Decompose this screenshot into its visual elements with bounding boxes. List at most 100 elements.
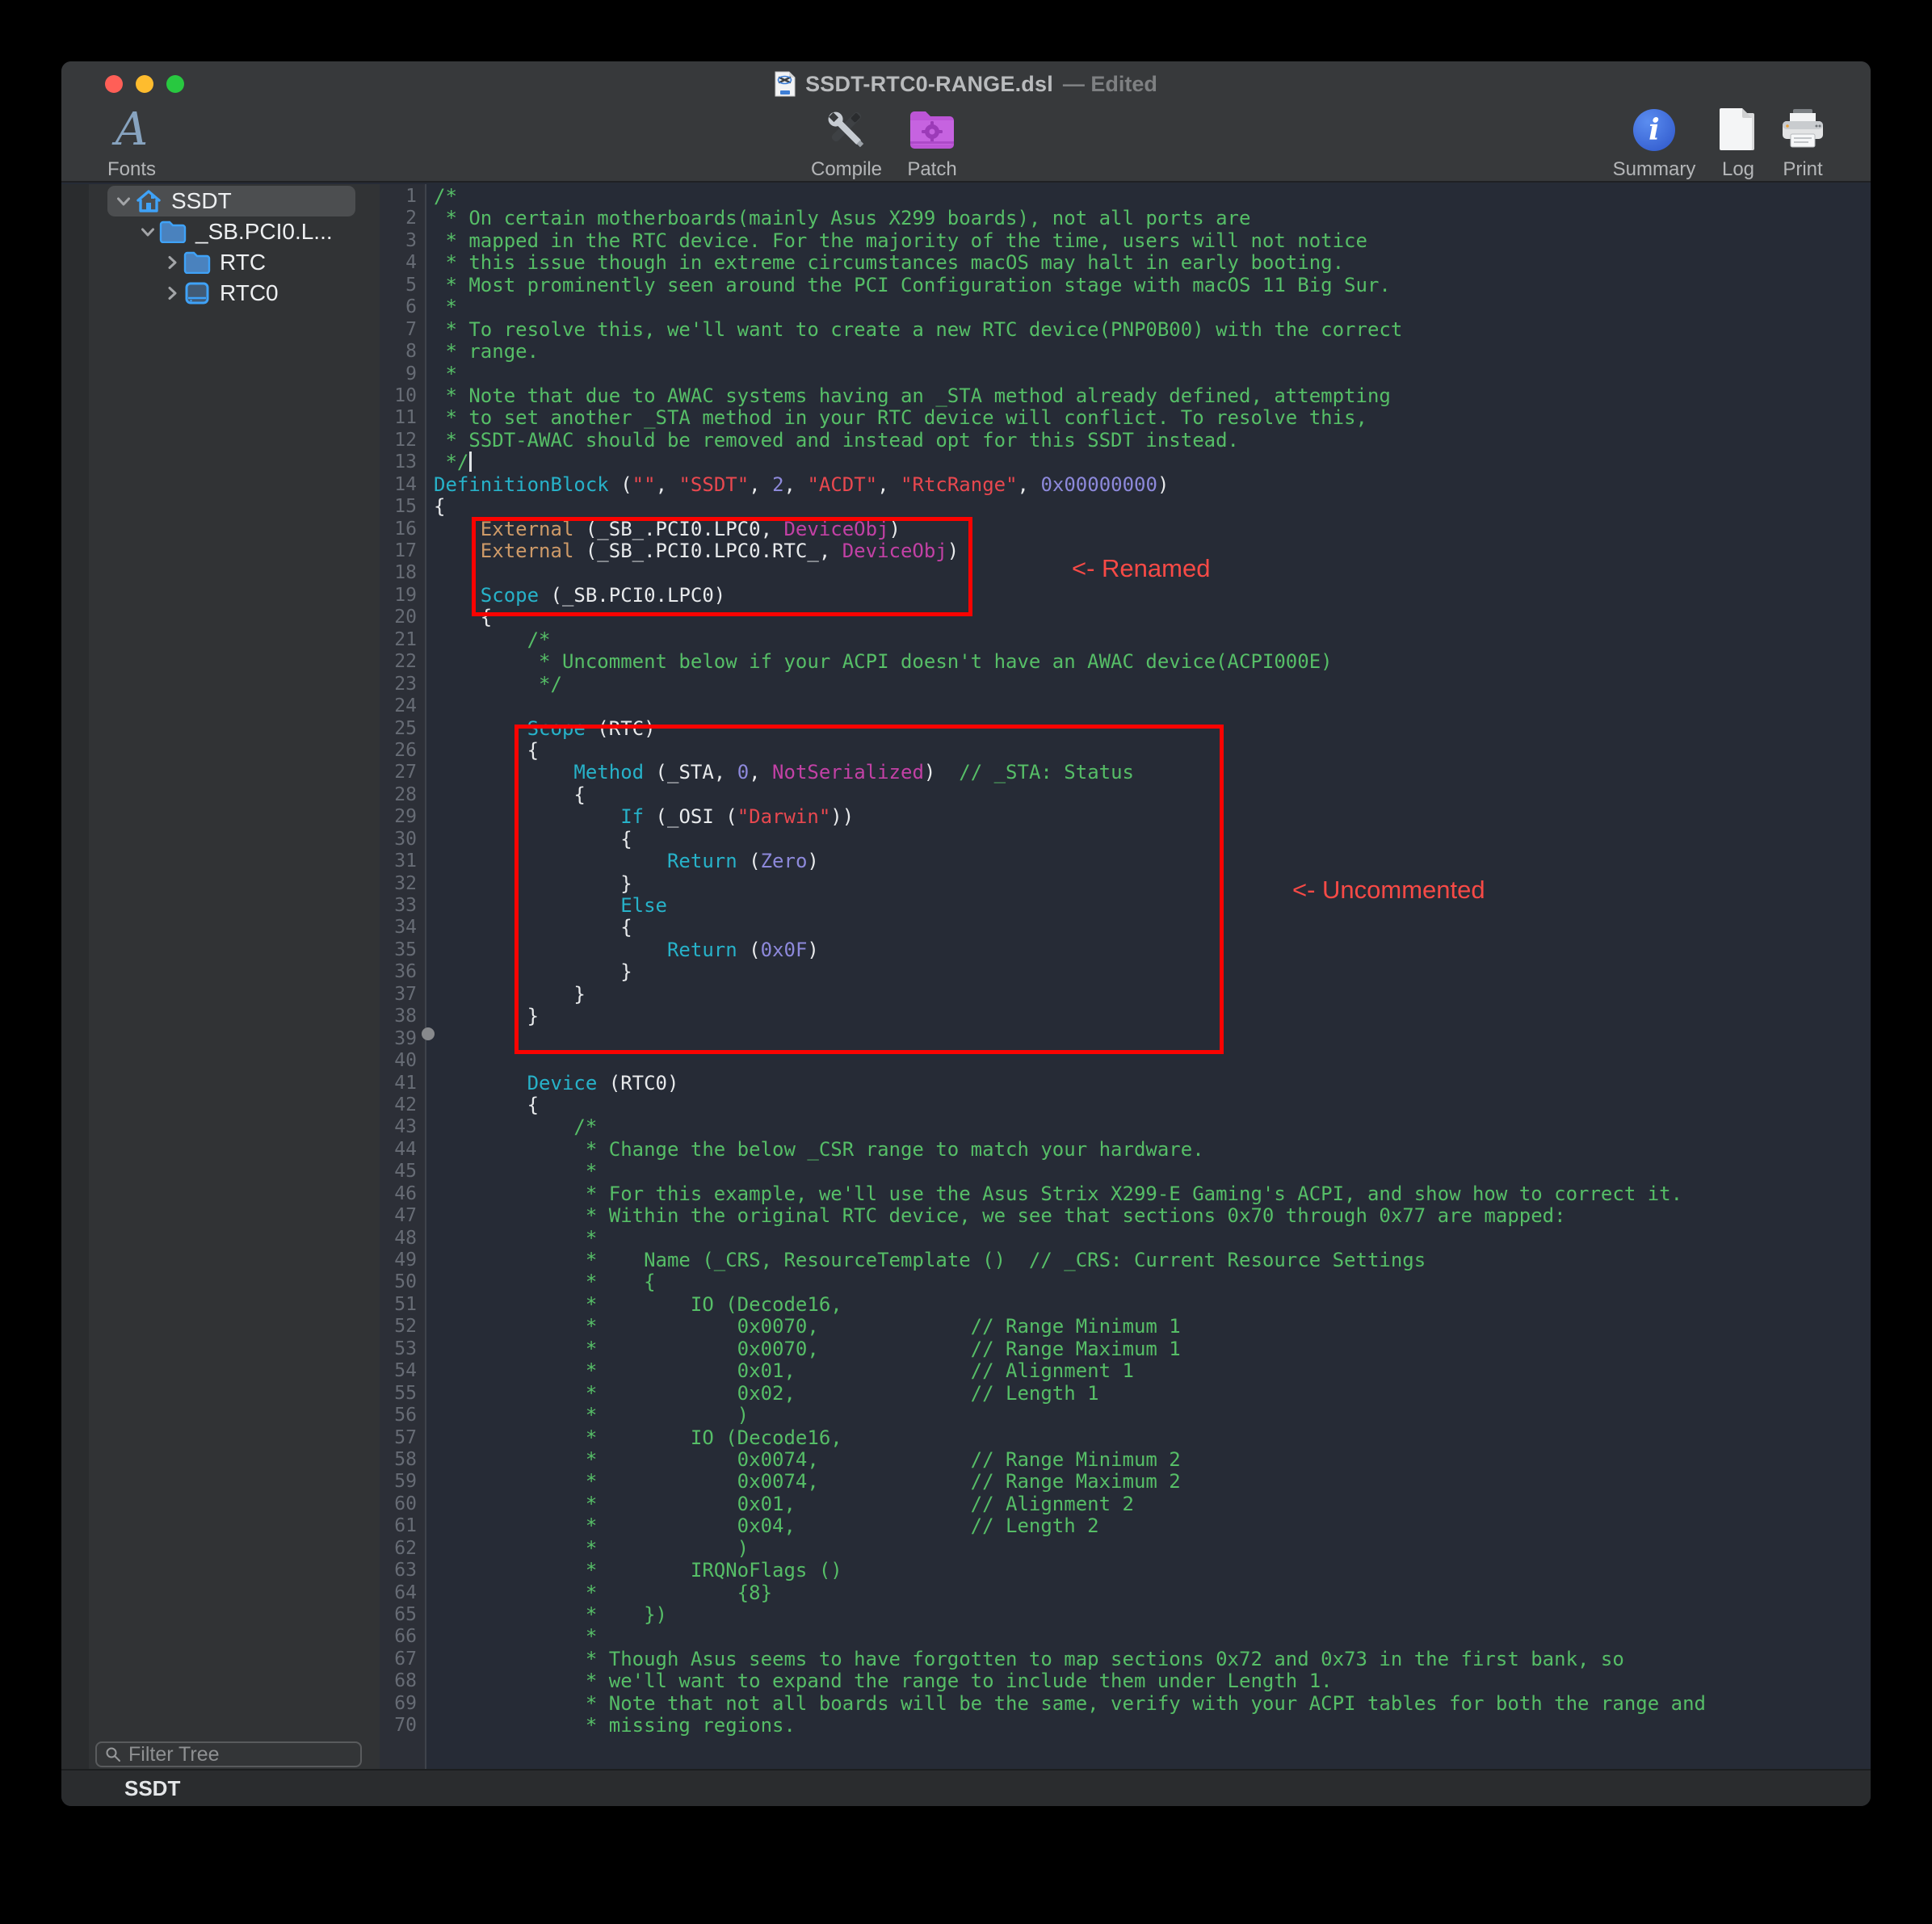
code-text[interactable]: * this issue though in extreme circumsta… xyxy=(422,252,1344,274)
line-number: 49 xyxy=(380,1250,422,1271)
code-text[interactable]: * Note that not all boards will be the s… xyxy=(422,1693,1706,1715)
code-text[interactable]: * {8} xyxy=(422,1582,772,1604)
code-line: 44 * Change the below _CSR range to matc… xyxy=(380,1139,1871,1161)
code-text[interactable]: * For this example, we'll use the Asus S… xyxy=(422,1183,1682,1205)
code-text[interactable] xyxy=(422,562,434,584)
filter-tree-input[interactable] xyxy=(128,1743,322,1766)
code-line: 11 * to set another _STA method in your … xyxy=(380,407,1871,429)
code-text[interactable]: /* xyxy=(422,1116,597,1138)
code-line: 49 * Name (_CRS, ResourceTemplate () // … xyxy=(380,1250,1871,1271)
code-text[interactable]: * 0x0074, // Range Minimum 2 xyxy=(422,1449,1181,1471)
code-text[interactable]: * 0x0074, // Range Maximum 2 xyxy=(422,1471,1181,1493)
code-text[interactable]: * 0x02, // Length 1 xyxy=(422,1383,1099,1405)
line-number: 36 xyxy=(380,961,422,983)
sidebar-item-ssdt[interactable]: SSDT xyxy=(107,186,355,216)
code-text[interactable]: { xyxy=(422,496,445,518)
code-text[interactable]: * 0x01, // Alignment 1 xyxy=(422,1360,1134,1382)
code-text[interactable]: * IO (Decode16, xyxy=(422,1294,842,1316)
code-text[interactable]: * On certain motherboards(mainly Asus X2… xyxy=(422,208,1250,229)
line-number: 18 xyxy=(380,562,422,584)
line-number: 5 xyxy=(380,275,422,296)
fonts-button[interactable]: A Fonts xyxy=(75,103,188,181)
patch-button[interactable]: Patch xyxy=(876,103,989,181)
code-text[interactable]: * Though Asus seems to have forgotten to… xyxy=(422,1649,1624,1670)
maciasl-window: SSDT-RTC0-RANGE.dsl — Edited A Fonts xyxy=(61,61,1871,1806)
code-text[interactable]: * 0x0070, // Range Maximum 1 xyxy=(422,1338,1181,1360)
line-number: 61 xyxy=(380,1515,422,1537)
code-line: 23 */ xyxy=(380,674,1871,695)
code-text[interactable]: * mapped in the RTC device. For the majo… xyxy=(422,230,1367,252)
code-text[interactable]: * 0x0070, // Range Minimum 1 xyxy=(422,1316,1181,1338)
code-text[interactable]: * xyxy=(422,296,457,318)
code-text[interactable] xyxy=(422,695,434,717)
code-text[interactable]: * IO (Decode16, xyxy=(422,1427,842,1449)
code-text[interactable]: * we'll want to expand the range to incl… xyxy=(422,1670,1333,1692)
line-number: 70 xyxy=(380,1715,422,1737)
line-number: 67 xyxy=(380,1649,422,1670)
code-line: 53 * 0x0070, // Range Maximum 1 xyxy=(380,1338,1871,1360)
code-text[interactable]: * 0x01, // Alignment 2 xyxy=(422,1493,1134,1515)
code-text[interactable]: */ xyxy=(422,674,562,695)
line-number: 65 xyxy=(380,1604,422,1626)
chevron-down-icon[interactable] xyxy=(113,193,134,209)
print-button[interactable]: Print xyxy=(1746,103,1859,181)
sidebar-resize-handle[interactable] xyxy=(422,1027,435,1040)
filter-tree-field[interactable] xyxy=(95,1741,362,1767)
code-text[interactable]: { xyxy=(422,1094,539,1116)
line-number: 66 xyxy=(380,1626,422,1648)
code-text[interactable]: * IRQNoFlags () xyxy=(422,1560,842,1582)
line-number: 21 xyxy=(380,629,422,651)
code-line: 22 * Uncomment below if your ACPI doesn'… xyxy=(380,651,1871,673)
code-line: 58 * 0x0074, // Range Minimum 2 xyxy=(380,1449,1871,1471)
code-text[interactable]: * xyxy=(422,363,457,385)
code-text[interactable]: /* xyxy=(422,186,457,208)
code-text[interactable]: * xyxy=(422,1626,597,1648)
line-number: 64 xyxy=(380,1582,422,1604)
code-line: 64 * {8} xyxy=(380,1582,1871,1604)
sidebar-item-sb-pci0-l[interactable]: _SB.PCI0.L... xyxy=(107,216,355,247)
code-text[interactable] xyxy=(422,1050,434,1072)
code-line: 45 * xyxy=(380,1161,1871,1183)
code-text[interactable]: * range. xyxy=(422,341,539,363)
code-text[interactable]: * To resolve this, we'll want to create … xyxy=(422,319,1402,341)
line-number: 63 xyxy=(380,1560,422,1582)
chevron-down-icon[interactable] xyxy=(137,224,158,240)
line-number: 22 xyxy=(380,651,422,673)
code-line: 24 xyxy=(380,695,1871,717)
code-text[interactable]: Device (RTC0) xyxy=(422,1073,678,1094)
code-text[interactable]: * xyxy=(422,1161,597,1183)
sidebar-item-rtc[interactable]: RTC xyxy=(107,247,355,278)
code-text[interactable]: * xyxy=(422,1228,597,1250)
code-text[interactable]: * Uncomment below if your ACPI doesn't h… xyxy=(422,651,1333,673)
code-line: 65 * }) xyxy=(380,1604,1871,1626)
fonts-label: Fonts xyxy=(75,158,188,181)
code-text[interactable]: * }) xyxy=(422,1604,667,1626)
code-text[interactable]: * 0x04, // Length 2 xyxy=(422,1515,1099,1537)
sidebar-item-rtc0[interactable]: RTC0 xyxy=(107,278,355,309)
code-text[interactable]: * ) xyxy=(422,1405,749,1426)
sidebar-item-label: _SB.PCI0.L... xyxy=(195,219,333,245)
line-number: 53 xyxy=(380,1338,422,1360)
code-text[interactable]: * Name (_CRS, ResourceTemplate () // _CR… xyxy=(422,1250,1426,1271)
chevron-right-icon[interactable] xyxy=(162,285,183,301)
code-line: 41 Device (RTC0) xyxy=(380,1073,1871,1094)
code-text[interactable]: */ xyxy=(422,452,472,473)
code-text[interactable]: * missing regions. xyxy=(422,1715,796,1737)
code-text[interactable]: * Most prominently seen around the PCI C… xyxy=(422,275,1391,296)
code-text[interactable]: * Note that due to AWAC systems having a… xyxy=(422,385,1391,407)
code-text[interactable]: * Change the below _CSR range to match y… xyxy=(422,1139,1204,1161)
code-line: 9 * xyxy=(380,363,1871,385)
uncommented-annotation: <- Uncommented xyxy=(1292,876,1485,905)
code-line: 67 * Though Asus seems to have forgotten… xyxy=(380,1649,1871,1670)
code-text[interactable]: * { xyxy=(422,1271,656,1293)
code-text[interactable]: DefinitionBlock ("", "SSDT", 2, "ACDT", … xyxy=(422,474,1169,496)
line-number: 19 xyxy=(380,585,422,607)
status-bar: SSDT xyxy=(61,1769,1871,1806)
line-number: 13 xyxy=(380,452,422,473)
code-text[interactable]: * SSDT-AWAC should be removed and instea… xyxy=(422,430,1239,452)
code-text[interactable]: * Within the original RTC device, we see… xyxy=(422,1205,1566,1227)
code-text[interactable]: * ) xyxy=(422,1538,749,1560)
chevron-right-icon[interactable] xyxy=(162,254,183,271)
code-text[interactable]: * to set another _STA method in your RTC… xyxy=(422,407,1367,429)
code-text[interactable]: /* xyxy=(422,629,551,651)
